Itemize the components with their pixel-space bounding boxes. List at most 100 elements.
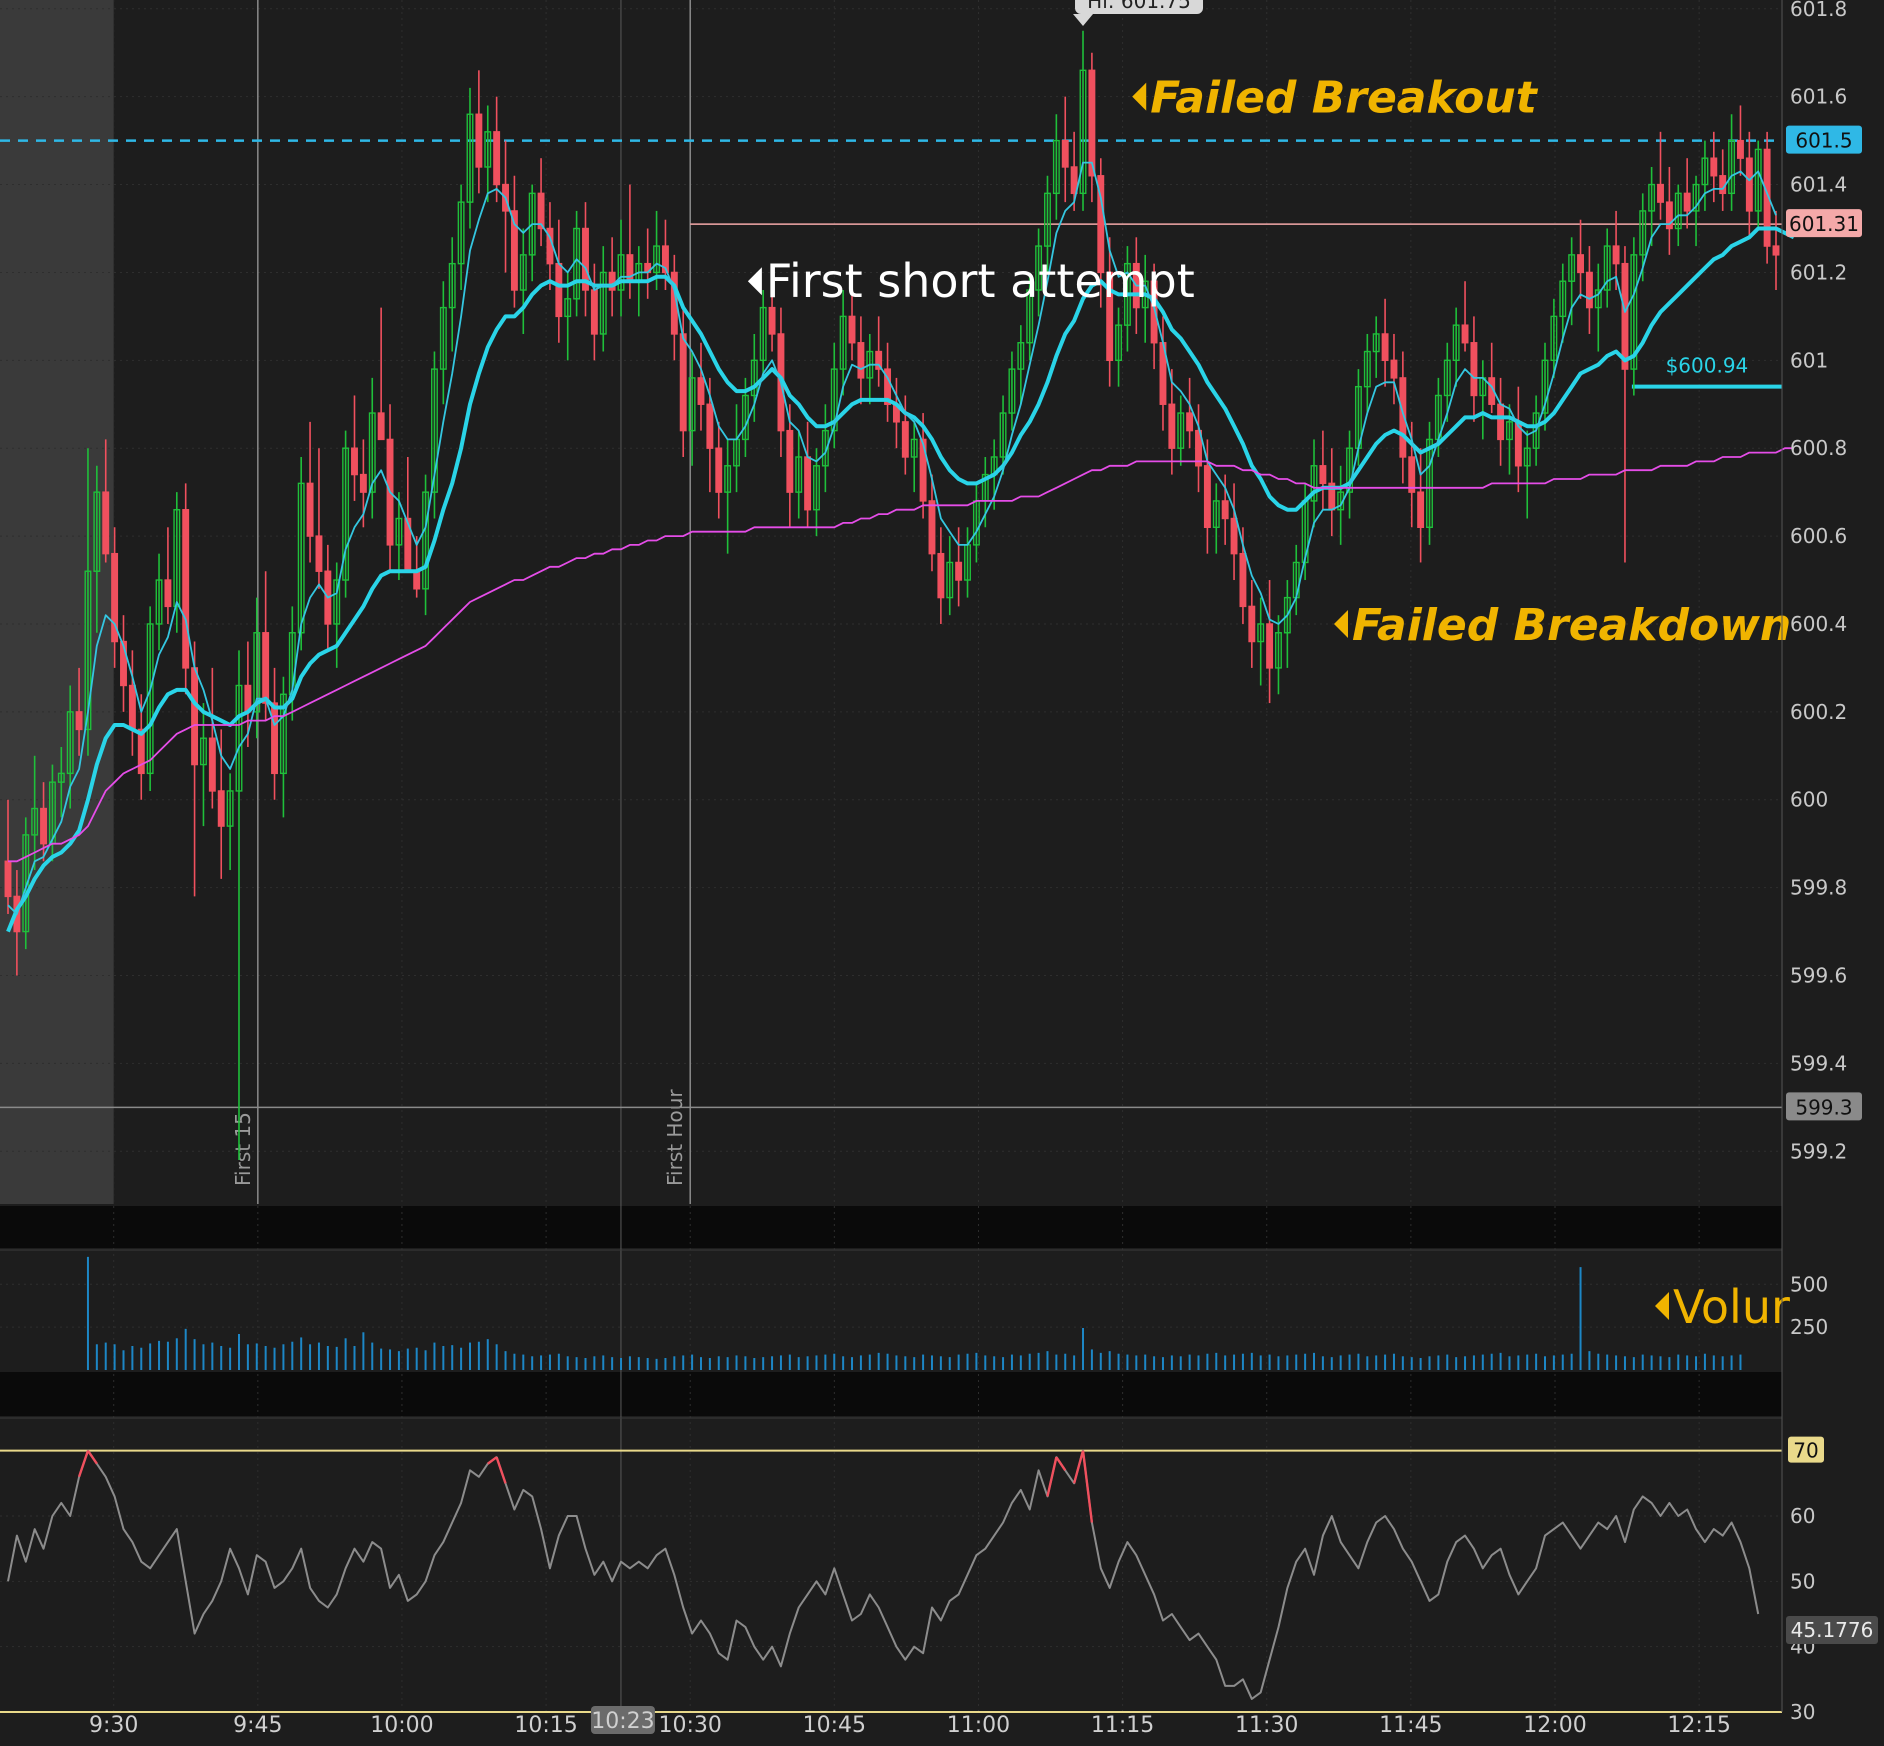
candle-body: [937, 552, 945, 599]
candle-body: [271, 702, 278, 775]
candle-body: [128, 684, 136, 731]
candle-body: [102, 491, 110, 555]
candle-body: [164, 579, 172, 608]
annotation-label: Failed Breakout: [1150, 73, 1539, 124]
candle-body: [1737, 139, 1744, 159]
candle-body: [351, 447, 358, 476]
volume-tick-label: 250: [1790, 1315, 1828, 1339]
time-tick-label: 11:15: [1091, 1713, 1154, 1738]
rsi-tick-label: 30: [1790, 1700, 1815, 1724]
candle-body: [137, 728, 145, 775]
candle-body: [1203, 465, 1211, 528]
candle-body: [768, 306, 776, 335]
candle-body: [40, 807, 47, 845]
price-tick-label: 599.2: [1790, 1139, 1847, 1163]
candle-body: [679, 333, 687, 432]
price-tick-label: 601.8: [1790, 0, 1847, 21]
price-tick-label: 600.8: [1790, 436, 1847, 460]
candle-body: [1657, 183, 1664, 203]
rsi-level-badge-label: 70: [1793, 1439, 1818, 1463]
candle-body: [1061, 139, 1069, 168]
annotation-label: First short attempt: [766, 254, 1195, 308]
time-tick-label: 12:00: [1523, 1713, 1586, 1738]
candle-body: [706, 403, 714, 449]
price-level-badge-label: 601.31: [1789, 212, 1859, 236]
price-level-badge-label: 601.5: [1795, 129, 1852, 153]
candle-body: [590, 289, 598, 335]
candle-body: [1745, 157, 1753, 212]
candle-body: [1585, 271, 1593, 309]
time-tick-label: 10:30: [659, 1713, 722, 1738]
price-level-badge-label: 599.3: [1795, 1095, 1852, 1119]
chart-container: First 15 First Hour 601.8 601.6 601.4 601.2 6…: [0, 0, 1884, 1746]
candle-body: [1461, 324, 1469, 344]
candle-body: [1239, 552, 1247, 608]
time-tick-label: 11:30: [1235, 1713, 1298, 1738]
time-tick-label: 12:15: [1667, 1713, 1730, 1738]
candle-body: [306, 482, 314, 537]
candle-body: [359, 473, 367, 493]
rsi-last-label: 45.1776: [1791, 1618, 1874, 1642]
price-tick-label: 600.2: [1790, 700, 1847, 724]
candle-body: [1497, 403, 1505, 441]
price-tick-label: 600.4: [1790, 612, 1847, 636]
time-tick-label: 10:00: [370, 1713, 433, 1738]
candle-body: [1381, 333, 1389, 362]
price-tick-label: 601.6: [1790, 85, 1847, 109]
entry-level-label: $600.94: [1666, 354, 1749, 378]
candle-body: [857, 342, 865, 379]
candle-body: [1168, 403, 1176, 449]
candle-body: [1390, 359, 1398, 379]
price-tick-label: 601.2: [1790, 260, 1847, 284]
candle-body: [555, 262, 563, 318]
high-bubble-label: Hi: 601.75: [1087, 0, 1191, 13]
candle-body: [1248, 605, 1256, 643]
price-tick-label: 600: [1790, 788, 1828, 812]
candle-body: [315, 535, 323, 572]
candle-body: [1408, 456, 1416, 493]
session-marker-label: First 15: [231, 1112, 255, 1186]
candle-body: [75, 711, 83, 731]
candle-body: [1772, 245, 1780, 256]
candle-body: [928, 500, 936, 555]
candle-body: [191, 667, 199, 766]
candle-body: [955, 561, 963, 581]
volume-tick-label: 500: [1790, 1272, 1828, 1296]
rsi-tick-label: 50: [1790, 1569, 1815, 1593]
candle-body: [1621, 262, 1629, 370]
rsi-tick-label: 60: [1790, 1504, 1815, 1528]
time-tick-label: 9:30: [89, 1713, 138, 1738]
candle-body: [208, 737, 216, 792]
candle-body: [377, 412, 385, 441]
time-tick-label: 11:45: [1379, 1713, 1442, 1738]
time-tick-label: 10:45: [803, 1713, 866, 1738]
candle-body: [1612, 245, 1620, 265]
candle-body: [182, 509, 190, 669]
chart-svg: First 15 First Hour 601.8 601.6 601.4 601.2 6…: [0, 0, 1884, 1746]
candle-body: [1319, 465, 1327, 485]
price-tick-label: 600.6: [1790, 524, 1847, 548]
panel-divider-volume-rsi: [0, 1372, 1782, 1416]
candle-body: [1230, 517, 1238, 555]
candle-body: [786, 429, 794, 493]
candle-body: [1221, 500, 1229, 520]
candle-body: [4, 860, 12, 898]
time-tick-label: 11:00: [947, 1713, 1010, 1738]
candle-body: [262, 632, 270, 704]
candle-body: [1266, 623, 1274, 669]
annotation-label: Failed Breakdown: [1352, 600, 1791, 651]
price-tick-label: 599.6: [1790, 964, 1847, 988]
candle-body: [697, 377, 705, 405]
candle-body: [1417, 491, 1425, 528]
candle-body: [1470, 342, 1478, 397]
candle-body: [475, 113, 483, 168]
price-tick-label: 599.8: [1790, 876, 1847, 900]
candle-body: [1088, 69, 1096, 177]
candle-body: [1577, 254, 1584, 274]
candle-down: [182, 483, 190, 695]
candle-body: [1710, 157, 1718, 177]
price-tick-label: 599.4: [1790, 1051, 1847, 1075]
candle-body: [848, 315, 856, 344]
candle-body: [1186, 412, 1194, 432]
candle-body: [1683, 192, 1691, 212]
